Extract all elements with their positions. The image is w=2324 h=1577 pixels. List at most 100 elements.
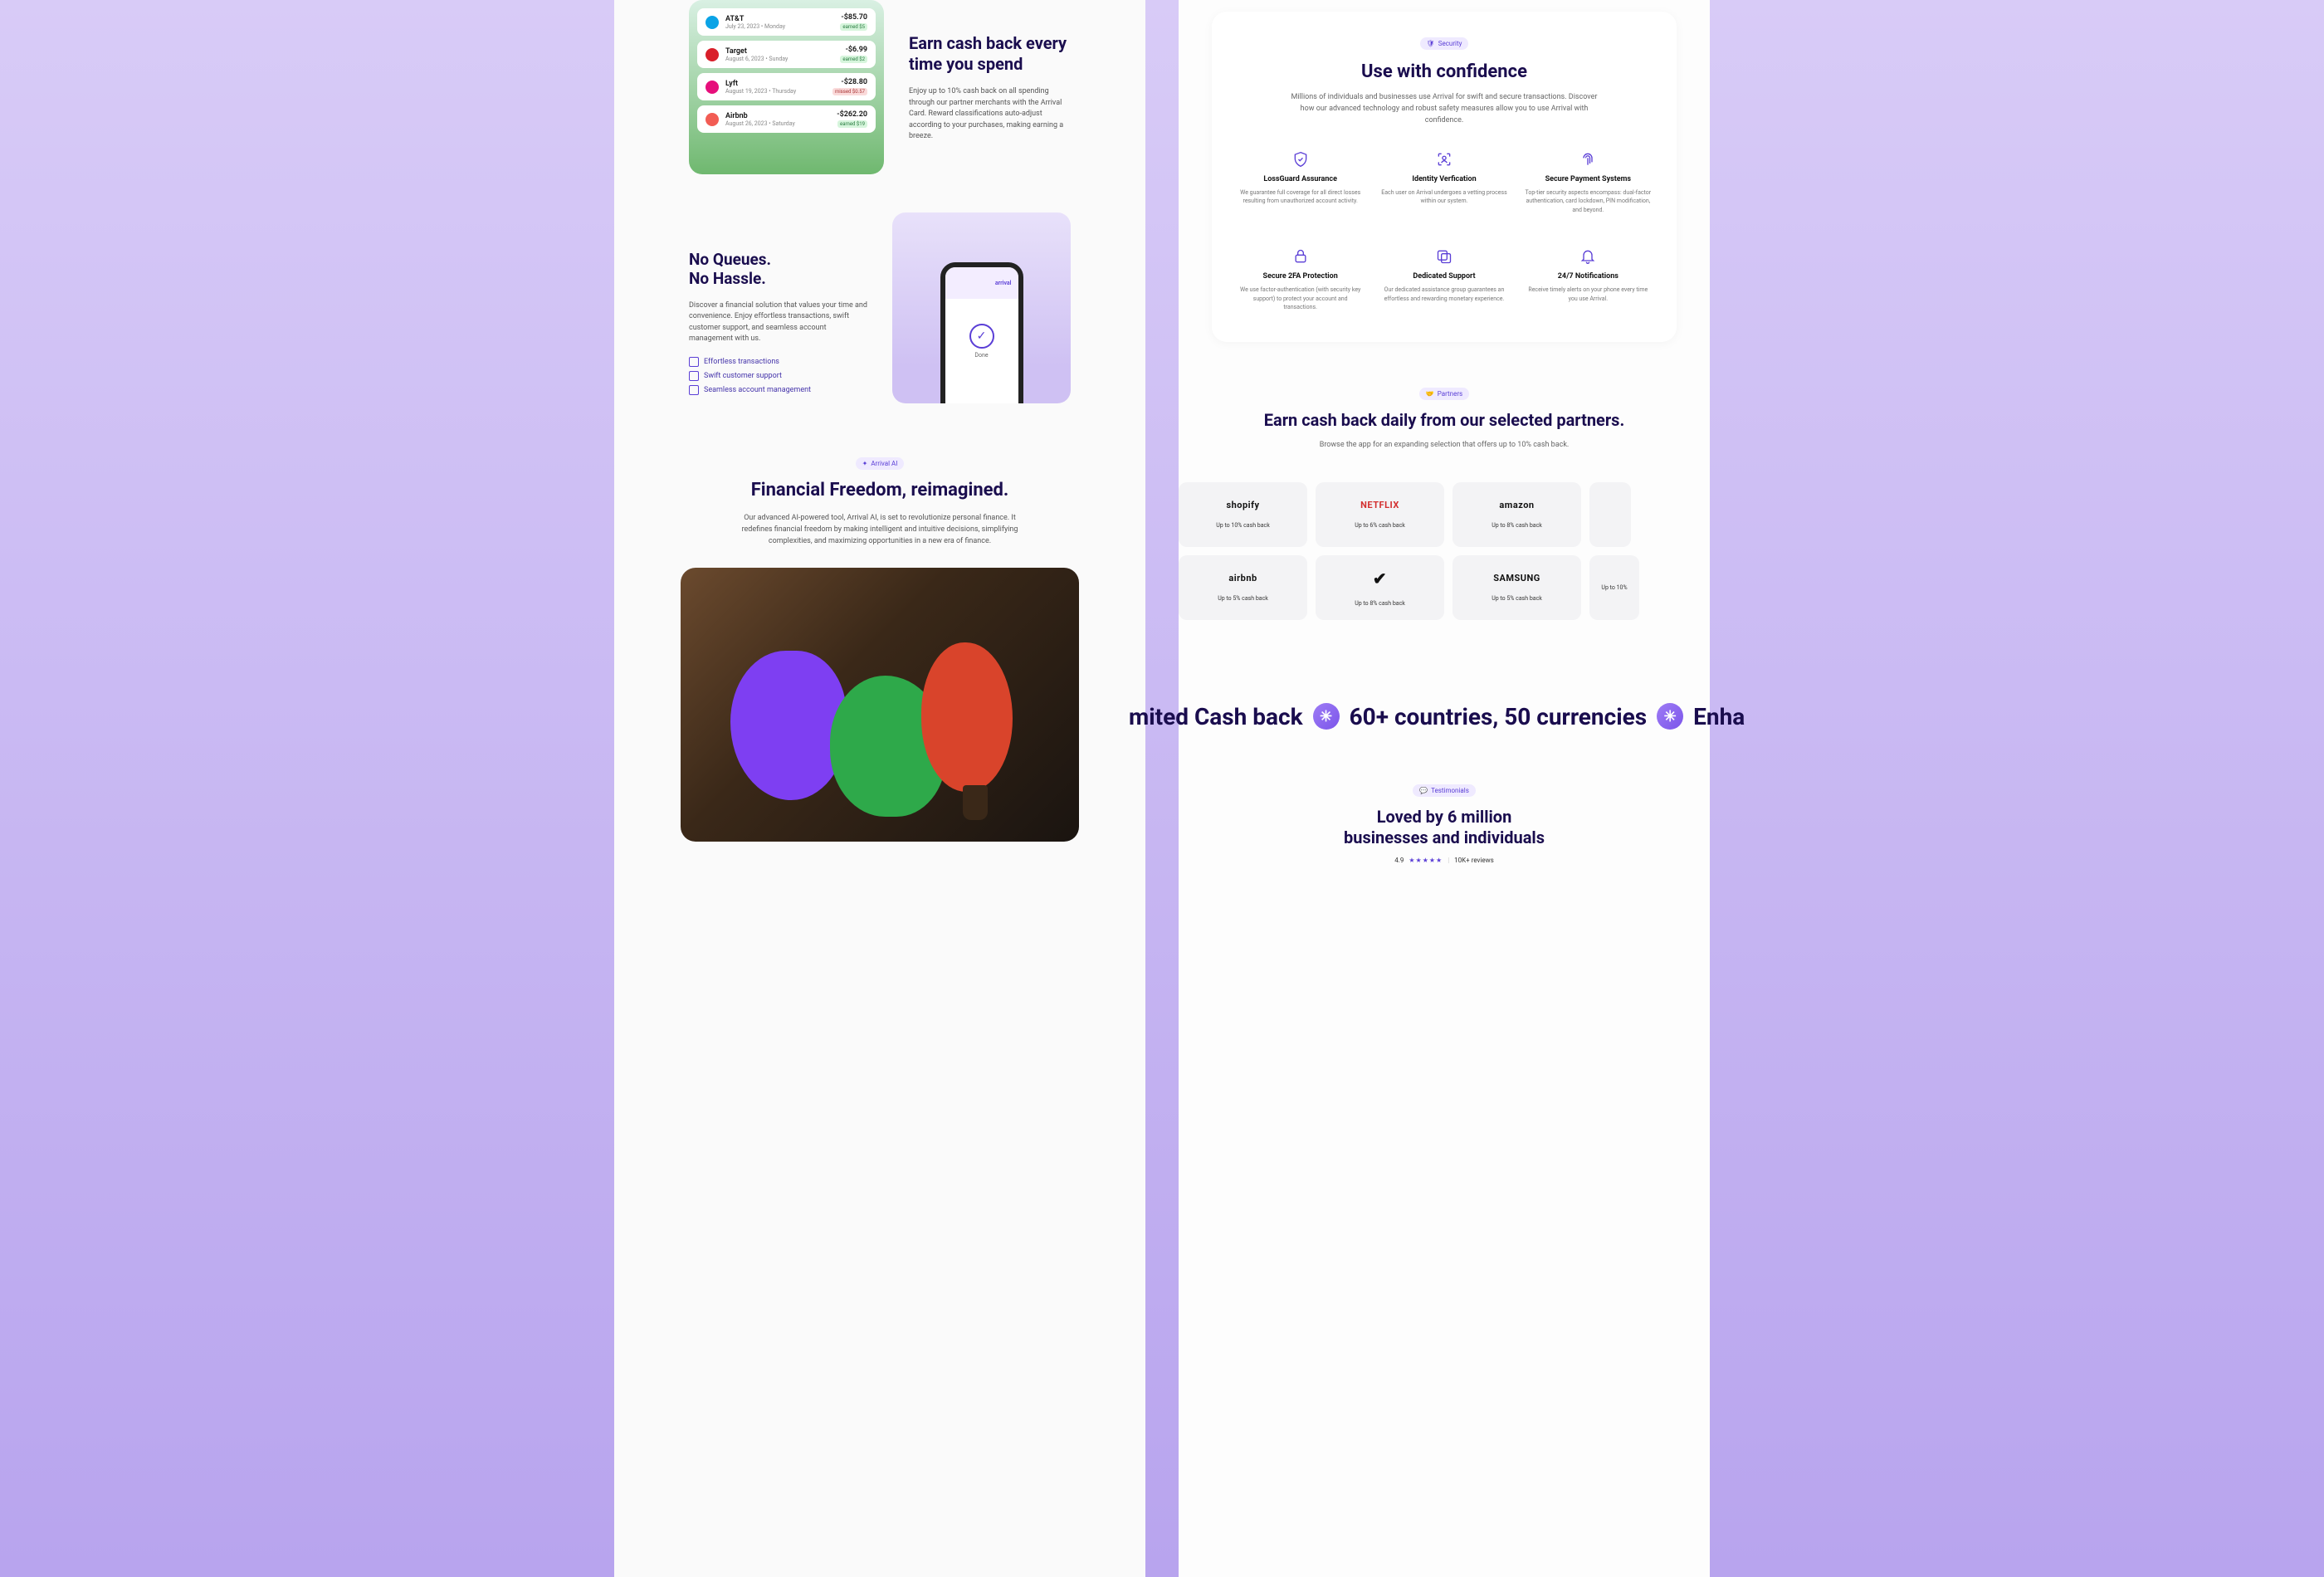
section-pill: 🤝Partners [1419,388,1469,400]
no-queues-copy: No Queues.No Hassle. Discover a financia… [689,212,869,403]
partner-card[interactable]: SAMSUNG Up to 5% cash back [1452,555,1581,620]
merchant-icon [706,81,719,94]
security-item-body: We use factor-authentication (with secur… [1237,286,1364,312]
phone-illustration: arrival ✓ Done [892,212,1071,403]
security-item-title: 24/7 Notifications [1525,272,1652,281]
left-page: AT&TJuly 23, 2023 • Monday -$85.70earned… [614,0,1145,1577]
ai-title: Financial Freedom, reimagined. [681,480,1079,501]
security-item: 24/7 Notifications Receive timely alerts… [1525,247,1652,312]
transaction-badge: missed $0.57 [832,88,867,95]
sparkle-icon: ✳ [1657,703,1683,730]
phone-brand: arrival [945,267,1018,299]
partner-card[interactable]: amazon Up to 8% cash back [1452,482,1581,547]
security-item-body: Each user on Arrival undergoes a vetting… [1380,188,1507,206]
partner-cashback: Up to 8% cash back [1492,522,1542,529]
cashback-body: Enjoy up to 10% cash back on all spendin… [909,86,1071,143]
merchant-name: Airbnb [725,112,830,120]
security-item-title: Secure 2FA Protection [1237,272,1364,281]
security-grid: LossGuard Assurance We guarantee full co… [1237,150,1652,312]
security-item: Secure 2FA Protection We use factor-auth… [1237,247,1364,312]
stars-icon: ★★★★★ [1409,857,1443,864]
rating-row: 4.9 ★★★★★ | 10K+ reviews [1179,857,1710,864]
partner-cashback: Up to 8% cash back [1355,600,1405,607]
merchant-icon [706,113,719,126]
cashback-copy: Earn cash back every time you spend Enjo… [909,0,1071,174]
security-item-body: Receive timely alerts on your phone ever… [1525,286,1652,303]
marquee-band: mited Cash back ✳ 60+ countries, 50 curr… [1129,653,1760,780]
no-queues-section: No Queues.No Hassle. Discover a financia… [689,212,1071,403]
partner-brand: amazon [1499,500,1534,510]
separator: | [1448,857,1449,864]
merchant-icon [706,16,719,29]
security-item: Identity Verfication Each user on Arriva… [1380,150,1507,215]
transaction-amount: -$85.70 [840,13,867,22]
partner-card[interactable]: shopify Up to 10% cash back [1179,482,1307,547]
hero-image [681,568,1079,842]
cashback-section: AT&TJuly 23, 2023 • Monday -$85.70earned… [689,0,1071,174]
partner-brand: ✔ [1373,569,1387,588]
partner-card[interactable] [1589,482,1631,547]
security-item: LossGuard Assurance We guarantee full co… [1237,150,1364,215]
handshake-icon: 🤝 [1426,390,1434,398]
transaction-badge: earned $2 [840,56,867,63]
partner-cashback: Up to 6% cash back [1355,522,1405,529]
ai-body: Our advanced AI-powered tool, Arrival AI… [730,513,1029,548]
rating-value: 4.9 [1394,857,1404,864]
bullet-item: Seamless account management [689,385,869,395]
shield-check-icon [1291,150,1310,168]
marquee-text: mited Cash back [1129,703,1303,730]
partner-brand: shopify [1226,500,1259,510]
security-section: 🛡Security Use with confidence Millions o… [1212,12,1677,342]
transaction-date: August 26, 2023 • Saturday [725,120,830,127]
section-pill: ✦Arrival AI [856,457,905,470]
partner-row: airbnbUp to 5% cash back ✔ Up to 8% cash … [1179,555,1710,620]
security-item-body: Top-tier security aspects encompass: dua… [1525,188,1652,215]
no-queues-title: No Queues.No Hassle. [689,251,869,289]
security-body: Millions of individuals and businesses u… [1286,92,1602,127]
security-item-body: Our dedicated assistance group guarantee… [1380,286,1507,303]
transaction-badge: earned $19 [837,120,867,128]
transactions-illustration: AT&TJuly 23, 2023 • Monday -$85.70earned… [689,0,884,174]
phone-status: Done [945,352,1018,359]
sparkle-icon: ✦ [862,460,868,467]
sparkle-icon: ✳ [1313,703,1340,730]
transaction-date: August 6, 2023 • Sunday [725,56,833,62]
fingerprint-icon [1579,150,1597,168]
arrival-ai-section: ✦Arrival AI Financial Freedom, reimagine… [647,453,1112,842]
no-queues-bullets: Effortless transactions Swift customer s… [689,357,869,395]
cashback-title: Earn cash back every time you spend [909,33,1071,75]
shield-icon: 🛡 [1427,40,1435,47]
transaction-row: AirbnbAugust 26, 2023 • Saturday -$262.2… [697,105,876,133]
check-icon: ✓ [969,324,994,349]
partner-card[interactable]: airbnbUp to 5% cash back [1179,555,1307,620]
partner-brand: SAMSUNG [1493,573,1540,583]
chat-icon: 💬 [1419,787,1428,794]
security-item-body: We guarantee full coverage for all direc… [1237,188,1364,206]
security-item-title: Identity Verfication [1380,175,1507,183]
no-queues-body: Discover a financial solution that value… [689,300,869,345]
partner-card[interactable]: Up to 10% [1589,555,1639,620]
partner-row: MSUNGcash back shopifyUp to 10% cash bac… [1179,482,1710,547]
partner-cashback: Up to 5% cash back [1218,595,1268,602]
section-pill: 💬Testimonials [1413,784,1476,797]
partner-cashback: Up to 10% cash back [1216,522,1270,529]
partner-brand: NETFLIX [1360,500,1399,510]
security-item: Secure Payment Systems Top-tier security… [1525,150,1652,215]
partner-cashback: Up to 5% cash back [1492,595,1542,602]
merchant-name: AT&T [725,15,833,23]
security-item-title: Dedicated Support [1380,272,1507,281]
identity-icon [1435,150,1453,168]
transaction-date: August 19, 2023 • Thursday [725,88,826,95]
security-item-title: Secure Payment Systems [1525,175,1652,183]
transaction-amount: -$6.99 [840,46,867,54]
security-item: Dedicated Support Our dedicated assistan… [1380,247,1507,312]
partner-card[interactable]: ✔ Up to 8% cash back [1316,555,1444,620]
bullet-item: Effortless transactions [689,357,869,367]
partner-card[interactable]: NETFLIX Up to 6% cash back [1316,482,1444,547]
security-title: Use with confidence [1237,61,1652,82]
partners-title: Earn cash back daily from our selected p… [1179,410,1710,431]
merchant-name: Lyft [725,80,826,88]
partner-cashback: Up to 10% [1601,584,1627,591]
marquee-text: Enha [1693,703,1745,730]
right-page: 🛡Security Use with confidence Millions o… [1179,0,1710,1577]
